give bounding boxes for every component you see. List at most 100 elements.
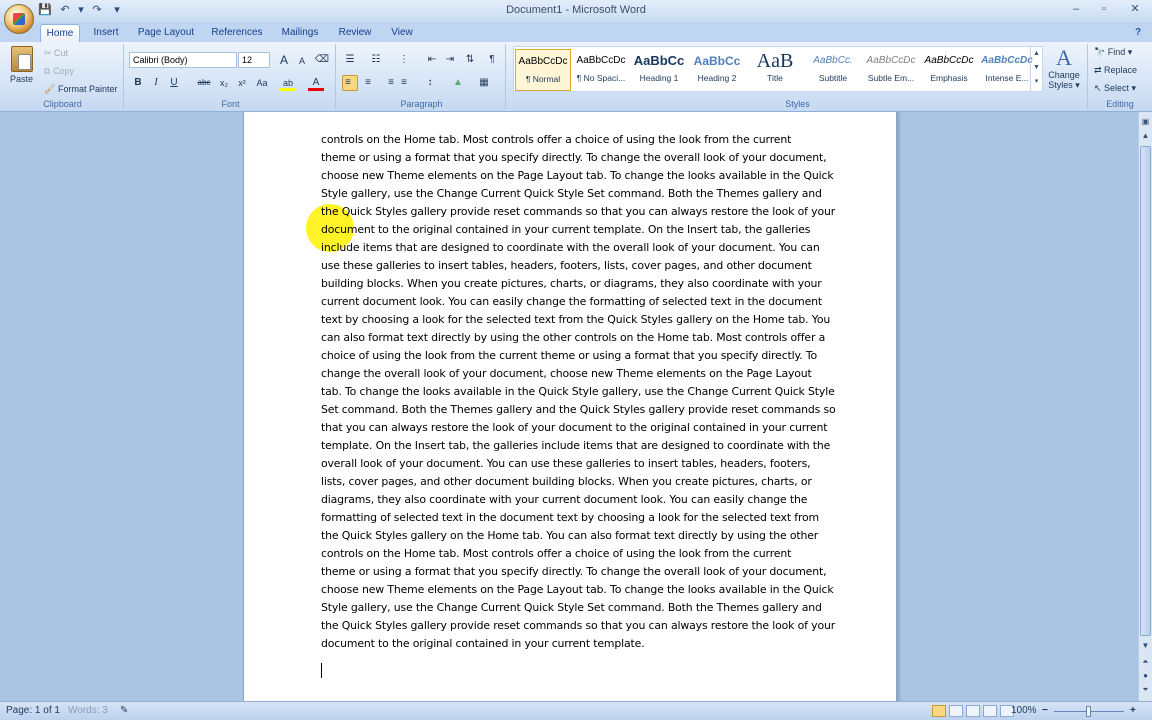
document-line[interactable]: the Quick Styles gallery on the Home tab… [321,527,823,545]
print-layout-view-icon[interactable] [932,705,946,717]
document-body[interactable]: controls on the Home tab. Most controls … [321,131,836,653]
shrink-font-button[interactable]: A [294,53,310,69]
document-page[interactable]: controls on the Home tab. Most controls … [243,112,897,701]
document-line[interactable]: Set command. Both the Themes gallery and… [321,401,836,419]
align-right-button[interactable]: ≡ [378,75,394,91]
tab-references[interactable]: References [208,24,266,42]
document-line[interactable]: controls on the Home tab. Most controls … [321,131,823,149]
paste-button[interactable]: Paste [10,74,33,84]
scroll-thumb[interactable] [1140,146,1151,636]
bold-button[interactable]: B [130,75,146,91]
document-line[interactable]: formatting of selected text in the docum… [321,509,823,527]
full-screen-reading-icon[interactable] [949,705,963,717]
center-button[interactable]: ≡ [360,75,376,91]
line-spacing-button[interactable]: ↕ [422,75,438,91]
tab-view[interactable]: View [386,24,418,42]
document-line[interactable]: document to the original contained in yo… [321,635,823,653]
style-no-spacing[interactable]: AaBbCcDc ¶ No Spaci... [573,49,629,91]
select-button[interactable]: ↖ Select ▾ [1094,83,1136,94]
document-line[interactable]: document to the original contained in yo… [321,221,823,239]
document-line[interactable]: the Quick Styles gallery provide reset c… [321,203,835,221]
scroll-down-icon[interactable]: ▼ [1139,640,1152,652]
font-family-combo[interactable]: Calibri (Body) [129,52,237,68]
document-line[interactable]: lists, cover pages, and other document b… [321,473,823,491]
document-line[interactable]: building blocks. When you create picture… [321,275,823,293]
superscript-button[interactable]: x² [234,75,250,91]
document-line[interactable]: choose new Theme elements on the Page La… [321,581,834,599]
document-line[interactable]: can also format text directly by using t… [321,329,825,347]
document-line[interactable]: tab. To change the looks available in th… [321,383,835,401]
page-count[interactable]: Page: 1 of 1 [6,705,60,716]
document-line[interactable]: template. On the Insert tab, the galleri… [321,437,830,455]
replace-button[interactable]: ⇄ Replace [1094,65,1137,76]
document-line[interactable]: current document look. You can easily ch… [321,293,823,311]
copy-button[interactable]: ⧉ Copy [44,66,74,77]
zoom-slider[interactable] [1054,706,1124,717]
document-line[interactable]: overall look of your document. You can u… [321,455,823,473]
increase-indent-button[interactable]: ⇥ [442,52,458,68]
italic-button[interactable]: I [148,75,164,91]
tab-home[interactable]: Home [40,24,80,42]
document-line[interactable]: change the overall look of your document… [321,365,823,383]
zoom-slider-thumb[interactable] [1086,706,1091,717]
zoom-level[interactable]: 100% [1011,705,1037,716]
format-painter-button[interactable]: 🖌 Format Painter [44,84,117,95]
vertical-scrollbar[interactable]: ▣ ▲ ▼ ⏶ ● ⏷ [1138,112,1152,701]
document-line[interactable]: choose new Theme elements on the Page La… [321,167,834,185]
style-intense-emphasis[interactable]: AaBbCcDc Intense E... [979,49,1035,91]
tab-insert[interactable]: Insert [86,24,126,42]
ruler-toggle-icon[interactable]: ▣ [1139,116,1152,128]
show-hide-button[interactable]: ¶ [484,52,500,68]
strikethrough-button[interactable]: abc [194,75,214,91]
zoom-in-button[interactable]: + [1130,705,1136,716]
cut-button[interactable]: ✂ Cut [44,48,68,59]
borders-button[interactable]: ▦ [476,75,492,91]
change-case-button[interactable]: Aa [254,75,270,91]
subscript-button[interactable]: x₂ [216,75,232,91]
decrease-indent-button[interactable]: ⇤ [424,52,440,68]
document-line[interactable]: theme or using a format that you specify… [321,149,827,167]
bullets-button[interactable]: ☰ [342,52,358,68]
style-emphasis[interactable]: AaBbCcDc Emphasis [921,49,977,91]
office-button[interactable] [4,4,34,34]
justify-button[interactable]: ≡ [396,75,412,91]
sort-button[interactable]: ⇅ [462,52,478,68]
document-line[interactable]: Style gallery, use the Change Current Qu… [321,599,823,617]
scroll-up-icon[interactable]: ▲ [1139,130,1152,142]
outline-view-icon[interactable] [983,705,997,717]
change-styles-button[interactable]: A Change Styles ▾ [1046,46,1082,96]
document-line[interactable]: choice of using the look from the curren… [321,347,823,365]
style-subtitle[interactable]: AaBbCc. Subtitle [805,49,861,91]
numbering-button[interactable]: ☷ [368,52,384,68]
find-button[interactable]: 🔭 Find ▾ [1094,47,1132,58]
gallery-scroll[interactable]: ▲ ▼ ▾ [1030,47,1042,91]
previous-page-icon[interactable]: ⏶ [1139,656,1152,668]
font-size-combo[interactable]: 12 [238,52,270,68]
style-normal[interactable]: AaBbCcDc ¶ Normal [515,49,571,91]
word-count[interactable]: Words: 3 [68,705,108,716]
next-page-icon[interactable]: ⏷ [1139,684,1152,696]
font-color-button[interactable]: A [308,75,324,91]
style-title[interactable]: AaB Title [747,49,803,91]
web-layout-icon[interactable] [966,705,980,717]
document-line[interactable]: use these galleries to insert tables, he… [321,257,823,275]
multilevel-list-button[interactable]: ⋮ [396,52,412,68]
style-heading-2[interactable]: AaBbCc Heading 2 [689,49,745,91]
document-line[interactable]: text by choosing a look for the selected… [321,311,830,329]
document-line[interactable]: diagrams, they also coordinate with your… [321,491,823,509]
document-line[interactable]: theme or using a format that you specify… [321,563,827,581]
grow-font-button[interactable]: A [276,52,292,68]
maximize-button[interactable]: ▫ [1090,0,1118,18]
align-left-button[interactable]: ≡ [342,75,358,91]
document-line[interactable]: Style gallery, use the Change Current Qu… [321,185,823,203]
tab-review[interactable]: Review [334,24,376,42]
close-button[interactable]: ✕ [1118,0,1152,18]
tab-page-layout[interactable]: Page Layout [136,24,196,42]
underline-button[interactable]: U [166,75,182,91]
document-line[interactable]: that you can always restore the look of … [321,419,828,437]
highlight-color-button[interactable]: ab [280,75,296,91]
proofing-icon[interactable]: ✎ [120,705,128,716]
document-line[interactable]: the Quick Styles gallery provide reset c… [321,617,835,635]
document-line[interactable]: controls on the Home tab. Most controls … [321,545,823,563]
shading-button[interactable]: ▲ [450,75,466,91]
